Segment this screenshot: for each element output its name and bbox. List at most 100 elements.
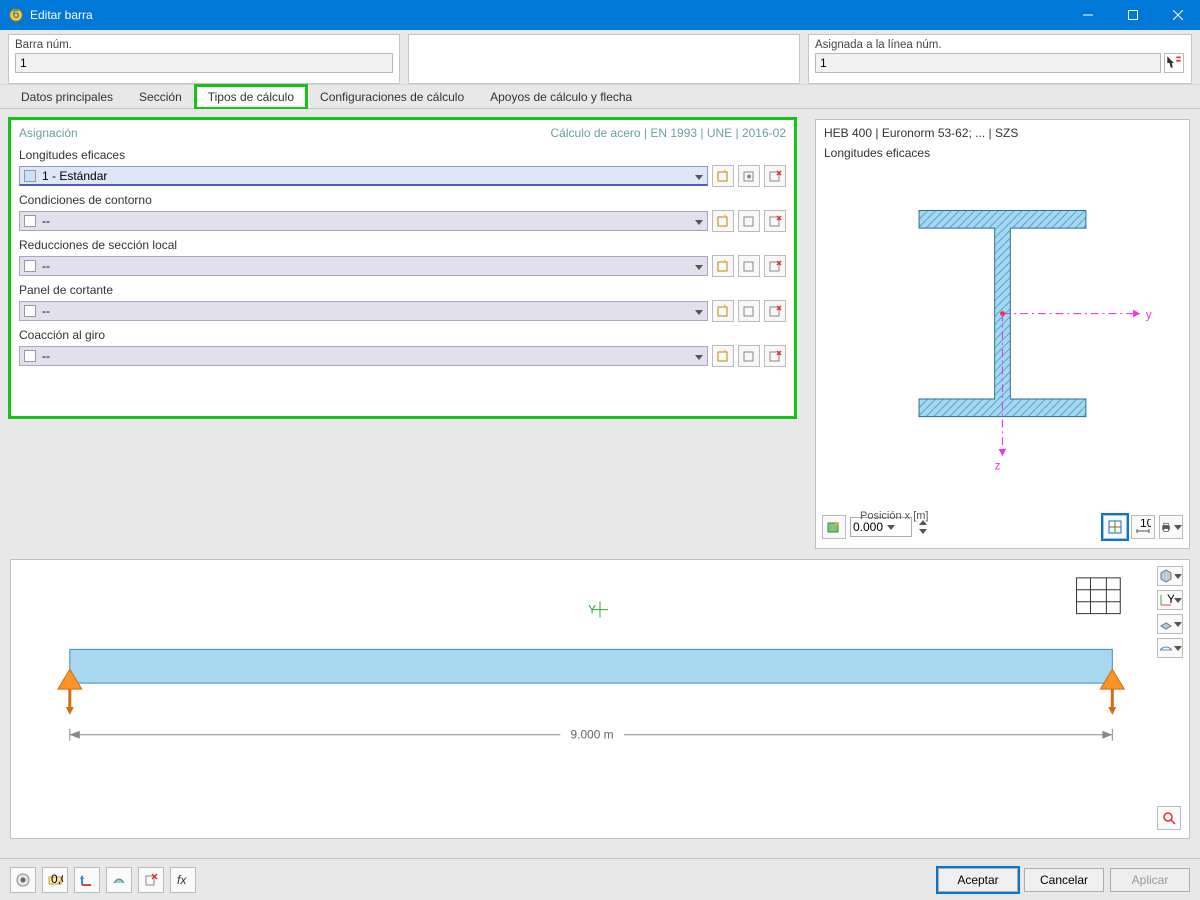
coaccion-edit-button[interactable] [738, 345, 760, 367]
tab-tipos-de-calculo[interactable]: Tipos de cálculo [195, 85, 307, 109]
footer-bar: 0,00 fx Aceptar Cancelar Aplicar [0, 858, 1200, 900]
checkbox-icon [24, 215, 36, 227]
zoom-reset-button[interactable] [1157, 806, 1181, 830]
beam-length-label: 9.000 m [571, 728, 614, 742]
body: Asignación Cálculo de acero | EN 1993 | … [0, 109, 1200, 858]
contorno-new-button[interactable] [712, 210, 734, 232]
chevron-down-icon [695, 214, 703, 228]
beam-view: Y 9.000 m [10, 559, 1190, 839]
coaccion-new-button[interactable] [712, 345, 734, 367]
reducciones-combo[interactable]: -- [19, 256, 708, 276]
view-dimensions-button[interactable]: 100 [1131, 515, 1155, 539]
coaccion-manage-button[interactable] [764, 345, 786, 367]
chevron-down-icon [1174, 622, 1182, 627]
bar-number-input[interactable] [15, 53, 393, 73]
chevron-down-icon [1174, 598, 1182, 603]
longitudes-combo[interactable]: 1 - Estándar [19, 166, 708, 186]
load-section-button[interactable] [822, 515, 846, 539]
assignment-standard: Cálculo de acero | EN 1993 | UNE | 2016-… [551, 126, 786, 140]
reducciones-value: -- [42, 259, 50, 273]
axis-z-label: z [995, 460, 1001, 473]
reducciones-edit-button[interactable] [738, 255, 760, 277]
contorno-manage-button[interactable] [764, 210, 786, 232]
function-button[interactable]: fx [170, 867, 196, 893]
window-title: Editar barra [30, 8, 1065, 22]
beam-axis-y-label: Y [588, 603, 596, 617]
panel-combo[interactable]: -- [19, 301, 708, 321]
assigned-line-label: Asignada a la línea núm. [815, 39, 1185, 51]
pick-line-button[interactable] [1164, 53, 1184, 73]
svg-text:fx: fx [177, 873, 187, 887]
tab-strip: Datos principales Sección Tipos de cálcu… [0, 85, 1200, 109]
contorno-edit-button[interactable] [738, 210, 760, 232]
reducciones-label: Reducciones de sección local [19, 238, 786, 252]
svg-text:100: 100 [1140, 519, 1151, 530]
contorno-value: -- [42, 214, 50, 228]
chevron-down-icon [1174, 574, 1182, 579]
coaccion-combo[interactable]: -- [19, 346, 708, 366]
panel-manage-button[interactable] [764, 300, 786, 322]
svg-text:6: 6 [13, 7, 20, 21]
longitudes-manage-button[interactable] [764, 165, 786, 187]
tab-seccion[interactable]: Sección [126, 85, 195, 109]
assigned-line-input[interactable] [815, 53, 1161, 73]
titlebar: 6 Editar barra [0, 0, 1200, 30]
coaccion-label: Coacción al giro [19, 328, 786, 342]
chevron-down-icon [1174, 646, 1182, 651]
contorno-combo[interactable]: -- [19, 211, 708, 231]
tab-datos-principales[interactable]: Datos principales [8, 85, 126, 109]
section-title: HEB 400 | Euronorm 53-62; ... | SZS [816, 120, 1189, 146]
chevron-down-icon [887, 525, 895, 530]
assignment-title: Asignación [19, 126, 78, 140]
position-x-value: 0.000 [853, 520, 883, 534]
header-row: Barra núm. Asignada a la línea núm. [0, 30, 1200, 85]
bar-number-group: Barra núm. [8, 34, 400, 84]
chevron-down-icon [695, 259, 703, 273]
longitudes-edit-button[interactable] [738, 165, 760, 187]
tab-configuraciones-de-calculo[interactable]: Configuraciones de cálculo [307, 85, 477, 109]
svg-text:0,00: 0,00 [51, 872, 63, 886]
panel-label: Panel de cortante [19, 283, 786, 297]
axis-y-label: y [1146, 308, 1152, 321]
section-subtitle: Longitudes eficaces [816, 146, 1189, 160]
close-button[interactable] [1155, 0, 1200, 30]
ok-button[interactable]: Aceptar [938, 868, 1018, 892]
chevron-down-icon [695, 349, 703, 363]
units-button[interactable]: 0,00 [42, 867, 68, 893]
tab-apoyos-de-calculo-y-flecha[interactable]: Apoyos de cálculo y flecha [477, 85, 645, 109]
checkbox-icon [24, 170, 36, 182]
assigned-line-group: Asignada a la línea núm. [808, 34, 1192, 84]
view-section-button[interactable] [1103, 515, 1127, 539]
assignment-panel: Asignación Cálculo de acero | EN 1993 | … [10, 119, 795, 417]
ok-label: Aceptar [957, 873, 998, 887]
bar-number-label: Barra núm. [15, 39, 393, 51]
minimize-button[interactable] [1065, 0, 1110, 30]
view-iso-button[interactable] [1157, 614, 1183, 634]
checkbox-icon [24, 305, 36, 317]
reducciones-manage-button[interactable] [764, 255, 786, 277]
view-axes-button[interactable]: Y [1157, 590, 1183, 610]
print-button[interactable] [1159, 515, 1183, 539]
longitudes-new-button[interactable] [712, 165, 734, 187]
middle-group [408, 34, 800, 84]
chevron-down-icon [1174, 525, 1182, 530]
delete-button[interactable] [138, 867, 164, 893]
view-deform-button[interactable] [1157, 638, 1183, 658]
cancel-button[interactable]: Cancelar [1024, 868, 1104, 892]
cancel-label: Cancelar [1040, 873, 1088, 887]
longitudes-label: Longitudes eficaces [19, 148, 786, 162]
position-x-label: Posición x [m] [860, 510, 928, 522]
apply-button[interactable]: Aplicar [1110, 868, 1190, 892]
chevron-down-icon [695, 304, 703, 318]
help-button[interactable] [10, 867, 36, 893]
maximize-button[interactable] [1110, 0, 1155, 30]
longitudes-value: 1 - Estándar [42, 169, 107, 183]
view-3d-button[interactable] [1157, 566, 1183, 586]
section-preview-panel: HEB 400 | Euronorm 53-62; ... | SZS Long… [815, 119, 1190, 549]
panel-new-button[interactable] [712, 300, 734, 322]
panel-edit-button[interactable] [738, 300, 760, 322]
reducciones-new-button[interactable] [712, 255, 734, 277]
length-button[interactable] [74, 867, 100, 893]
material-button[interactable] [106, 867, 132, 893]
checkbox-icon [24, 260, 36, 272]
